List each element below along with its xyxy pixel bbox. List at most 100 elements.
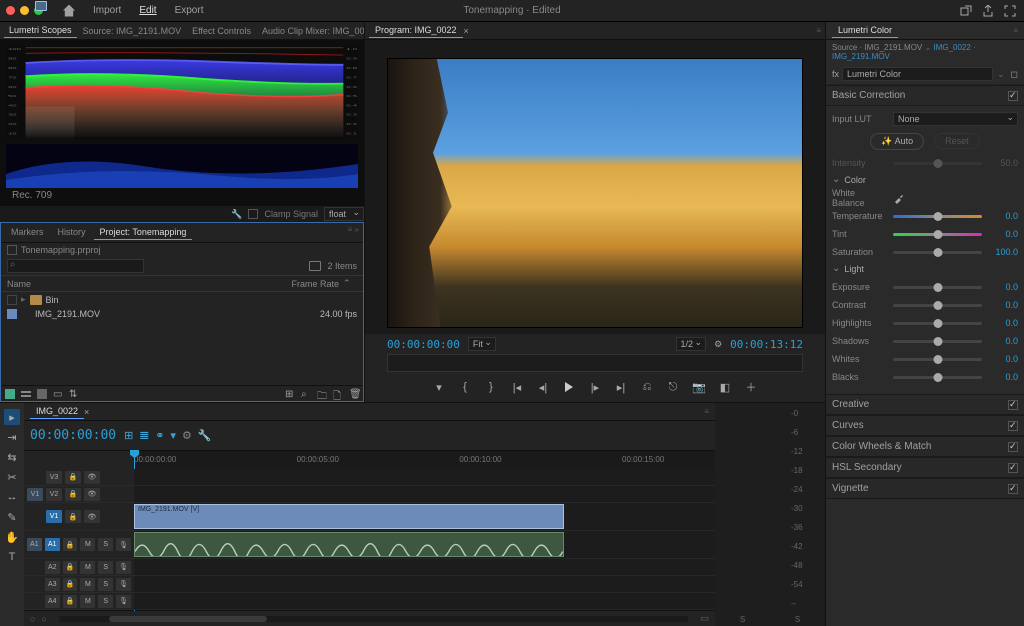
slider-knob[interactable] <box>933 337 942 346</box>
timeline-canvas[interactable]: IMG_2191.MOV [V] <box>134 469 715 610</box>
shadows-value[interactable]: 0.0 <box>988 336 1018 346</box>
project-row-bin[interactable]: ▸ Bin <box>1 292 363 307</box>
tab-markers[interactable]: Markers <box>5 225 50 240</box>
panel-menu-icon[interactable]: ≡ <box>704 407 709 416</box>
solo-indicator[interactable]: S <box>795 615 800 624</box>
program-viewer[interactable] <box>365 40 825 334</box>
saturation-slider[interactable] <box>893 251 982 254</box>
button-editor-icon[interactable]: ＋ <box>743 379 759 395</box>
voice-over-icon[interactable]: 🎙 <box>116 561 131 574</box>
src-patch-a[interactable]: A1 <box>27 538 42 551</box>
section-toggle[interactable] <box>1008 484 1018 494</box>
tint-slider[interactable] <box>893 233 982 236</box>
project-search-input[interactable] <box>7 259 144 273</box>
section-curves[interactable]: Curves <box>826 415 1024 436</box>
track-output-icon[interactable]: 👁 <box>84 471 100 484</box>
track-select-tool-icon[interactable]: ⇥ <box>4 429 20 445</box>
section-toggle[interactable] <box>1008 91 1018 101</box>
src-patch-v[interactable]: V1 <box>27 488 43 501</box>
new-bin-icon[interactable]: 🗀 <box>317 389 327 399</box>
input-lut-select[interactable]: None <box>893 112 1018 126</box>
add-marker-icon[interactable]: ▾ <box>431 379 447 395</box>
track-target[interactable]: A3 <box>45 578 60 591</box>
solo-button[interactable]: S <box>98 595 113 608</box>
hand-tool-icon[interactable]: ✋ <box>4 529 20 545</box>
step-back-icon[interactable]: ◂| <box>535 379 551 395</box>
solo-button[interactable]: S <box>98 578 113 591</box>
slip-tool-icon[interactable]: ↔ <box>4 489 20 505</box>
label-swatch[interactable] <box>7 295 17 305</box>
track-lock-icon[interactable]: 🔒 <box>63 578 78 591</box>
program-ruler[interactable] <box>387 354 803 372</box>
slider-knob[interactable] <box>933 212 942 221</box>
slider-knob[interactable] <box>933 355 942 364</box>
video-clip[interactable]: IMG_2191.MOV [V] <box>134 504 564 529</box>
reset-button[interactable]: Reset <box>934 133 980 149</box>
blacks-slider[interactable] <box>893 376 982 379</box>
track-target[interactable]: V2 <box>46 488 62 501</box>
col-name[interactable]: Name <box>7 279 285 289</box>
play-button[interactable] <box>561 379 577 395</box>
mute-button[interactable]: M <box>80 595 95 608</box>
snap-icon[interactable]: 𝌆 <box>139 429 149 442</box>
slider-knob[interactable] <box>933 319 942 328</box>
fullscreen-icon[interactable] <box>1004 5 1016 17</box>
mute-button[interactable]: M <box>80 578 95 591</box>
panel-menu-icon[interactable]: ≡ <box>1013 26 1018 35</box>
col-framerate[interactable]: Frame Rate <box>289 279 339 289</box>
section-basic-correction[interactable]: Basic Correction <box>826 85 1024 106</box>
blacks-value[interactable]: 0.0 <box>988 372 1018 382</box>
section-toggle[interactable] <box>1008 463 1018 473</box>
track-target[interactable]: A1 <box>45 538 60 551</box>
minimize-icon[interactable] <box>20 6 29 15</box>
nav-import[interactable]: Import <box>93 5 121 16</box>
highlights-value[interactable]: 0.0 <box>988 318 1018 328</box>
col-sort-indicator[interactable]: ⌃ <box>343 278 357 289</box>
slider-knob[interactable] <box>933 373 942 382</box>
mark-in-icon[interactable]: { <box>457 379 473 395</box>
track-lock-icon[interactable]: 🔒 <box>63 538 78 551</box>
shadows-slider[interactable] <box>893 340 982 343</box>
tint-value[interactable]: 0.0 <box>988 229 1018 239</box>
share-icon[interactable] <box>982 5 994 17</box>
whites-slider[interactable] <box>893 358 982 361</box>
link-icon[interactable]: ⚭ <box>155 429 164 442</box>
sort-icon[interactable]: ⇅ <box>69 389 79 399</box>
step-fwd-icon[interactable]: |▸ <box>587 379 603 395</box>
program-tc-left[interactable]: 00:00:00:00 <box>387 338 460 351</box>
trash-icon[interactable]: 🗑 <box>349 389 359 399</box>
settings-icon[interactable]: ⚙ <box>714 339 722 350</box>
slider-knob[interactable] <box>933 301 942 310</box>
light-caret[interactable] <box>832 263 840 274</box>
track-output-icon[interactable]: 👁 <box>84 488 100 501</box>
exposure-slider[interactable] <box>893 286 982 289</box>
home-icon[interactable] <box>63 5 75 17</box>
program-resolution-select[interactable]: 1/2 <box>676 337 707 351</box>
pen-tool-icon[interactable]: ✎ <box>4 509 20 525</box>
track-lock-icon[interactable]: 🔒 <box>65 510 81 523</box>
go-to-in-icon[interactable]: |◂ <box>509 379 525 395</box>
highlights-slider[interactable] <box>893 322 982 325</box>
slider-knob[interactable] <box>933 248 942 257</box>
voice-over-icon[interactable]: 🎙 <box>116 538 131 551</box>
section-toggle[interactable] <box>1008 442 1018 452</box>
track-output-icon[interactable]: 👁 <box>84 510 100 523</box>
section-hsl-secondary[interactable]: HSL Secondary <box>826 457 1024 478</box>
tab-sequence[interactable]: IMG_0022 <box>30 404 84 419</box>
writable-icon[interactable] <box>7 245 17 255</box>
color-caret[interactable] <box>832 174 840 185</box>
tab-lumetri-scopes[interactable]: Lumetri Scopes <box>4 23 77 38</box>
auto-sequence-icon[interactable]: ⊞ <box>285 389 295 399</box>
mute-button[interactable]: M <box>80 561 95 574</box>
mark-out-icon[interactable]: } <box>483 379 499 395</box>
go-to-out-icon[interactable]: ▸| <box>613 379 629 395</box>
wrench-icon[interactable]: 🔧 <box>198 429 212 442</box>
scope-precision-select[interactable]: float <box>324 207 364 221</box>
contrast-slider[interactable] <box>893 304 982 307</box>
timeline-tc[interactable]: 00:00:00:00 <box>30 428 116 443</box>
find-icon[interactable]: ⌕ <box>301 389 311 399</box>
new-bin-from-search-icon[interactable] <box>309 261 321 271</box>
close-icon[interactable] <box>6 6 15 15</box>
solo-button[interactable]: S <box>98 561 113 574</box>
lumetri-effect-select[interactable]: Lumetri Color <box>842 67 993 81</box>
